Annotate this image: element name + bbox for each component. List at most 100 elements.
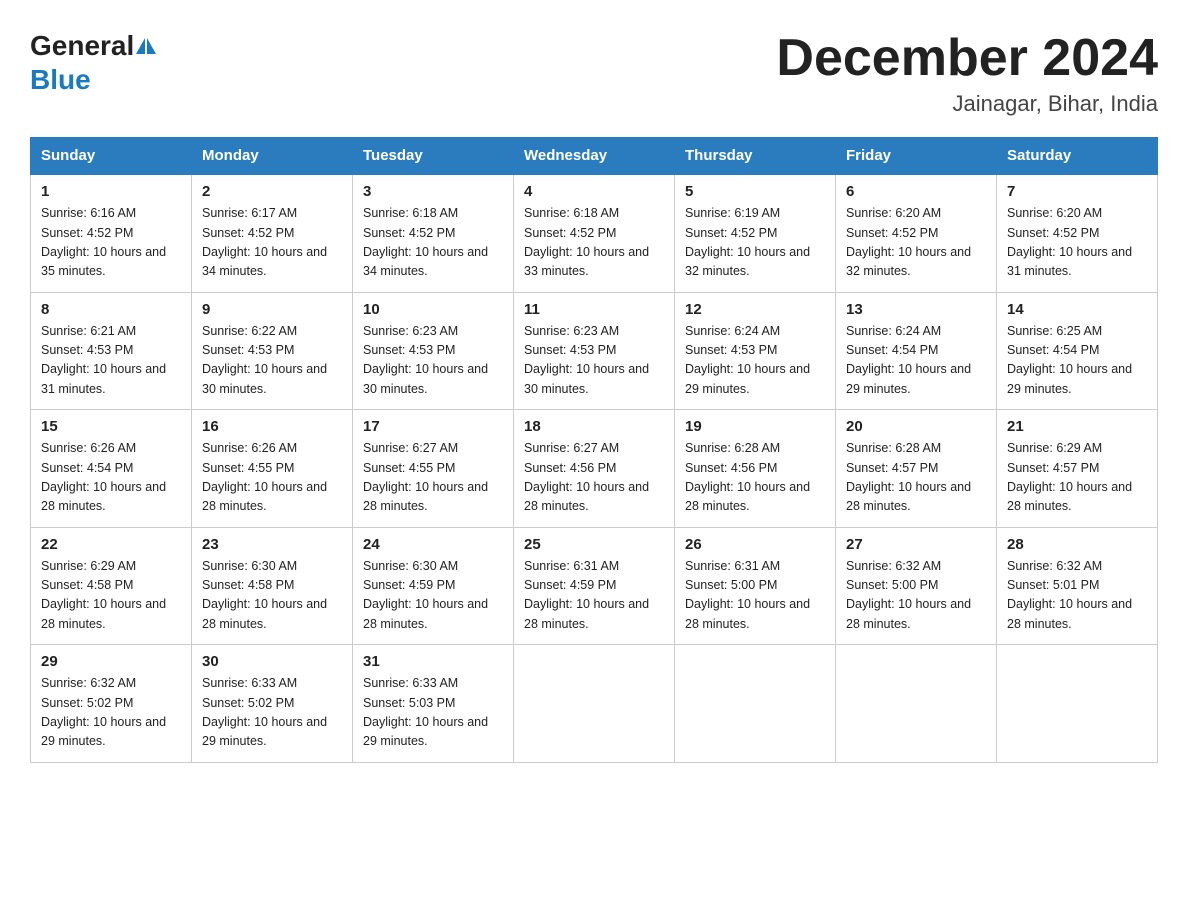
week-row-4: 22 Sunrise: 6:29 AMSunset: 4:58 PMDayligh… [31,527,1158,645]
day-info: Sunrise: 6:23 AMSunset: 4:53 PMDaylight:… [524,322,664,400]
day-number: 11 [524,301,664,318]
day-cell: 26Sunrise: 6:31 AMSunset: 5:00 PMDayligh… [675,527,836,645]
day-number: 6 [846,183,986,200]
day-cell: 23Sunrise: 6:30 AMSunset: 4:58 PMDayligh… [192,527,353,645]
day-number: 7 [1007,183,1147,200]
title-area: December 2024 Jainagar, Bihar, India [776,30,1158,117]
day-number: 26 [685,536,825,553]
day-info: Sunrise: 6:20 AMSunset: 4:52 PMDaylight:… [1007,204,1147,282]
day-info: Sunrise: 6:32 AMSunset: 5:00 PMDaylight:… [846,557,986,635]
day-cell: 1 Sunrise: 6:16 AMSunset: 4:52 PMDaylight… [31,174,192,292]
day-cell [997,645,1158,763]
day-info: Sunrise: 6:18 AMSunset: 4:52 PMDaylight:… [363,204,503,282]
day-number: 1 [41,183,181,200]
month-title: December 2024 [776,30,1158,87]
day-info: Sunrise: 6:27 AMSunset: 4:55 PMDaylight:… [363,439,503,517]
day-number: 17 [363,418,503,435]
day-cell: 3Sunrise: 6:18 AMSunset: 4:52 PMDaylight… [353,174,514,292]
day-number: 4 [524,183,664,200]
day-cell: 10 Sunrise: 6:23 AMSunset: 4:53 PMDayligh… [353,292,514,410]
weekday-header-saturday: Saturday [997,138,1158,175]
day-cell: 25Sunrise: 6:31 AMSunset: 4:59 PMDayligh… [514,527,675,645]
day-info: Sunrise: 6:18 AMSunset: 4:52 PMDaylight:… [524,204,664,282]
day-cell: 21Sunrise: 6:29 AMSunset: 4:57 PMDayligh… [997,410,1158,528]
day-number: 13 [846,301,986,318]
day-info: Sunrise: 6:19 AMSunset: 4:52 PMDaylight:… [685,204,825,282]
weekday-header-thursday: Thursday [675,138,836,175]
day-cell [675,645,836,763]
day-cell [836,645,997,763]
weekday-header-row: SundayMondayTuesdayWednesdayThursdayFrid… [31,138,1158,175]
day-number: 2 [202,183,342,200]
day-number: 15 [41,418,181,435]
day-info: Sunrise: 6:20 AMSunset: 4:52 PMDaylight:… [846,204,986,282]
day-cell: 12 Sunrise: 6:24 AMSunset: 4:53 PMDayligh… [675,292,836,410]
day-number: 27 [846,536,986,553]
day-cell: 28Sunrise: 6:32 AMSunset: 5:01 PMDayligh… [997,527,1158,645]
day-number: 10 [363,301,503,318]
week-row-3: 15 Sunrise: 6:26 AMSunset: 4:54 PMDayligh… [31,410,1158,528]
day-cell: 19 Sunrise: 6:28 AMSunset: 4:56 PMDayligh… [675,410,836,528]
day-number: 25 [524,536,664,553]
day-number: 8 [41,301,181,318]
day-number: 23 [202,536,342,553]
day-info: Sunrise: 6:25 AMSunset: 4:54 PMDaylight:… [1007,322,1147,400]
day-info: Sunrise: 6:22 AMSunset: 4:53 PMDaylight:… [202,322,342,400]
day-cell: 4 Sunrise: 6:18 AMSunset: 4:52 PMDaylight… [514,174,675,292]
day-cell: 31 Sunrise: 6:33 AMSunset: 5:03 PMDayligh… [353,645,514,763]
day-info: Sunrise: 6:33 AMSunset: 5:03 PMDaylight:… [363,674,503,752]
day-number: 19 [685,418,825,435]
day-cell: 24 Sunrise: 6:30 AMSunset: 4:59 PMDayligh… [353,527,514,645]
logo-general-text: General [30,30,134,62]
week-row-5: 29Sunrise: 6:32 AMSunset: 5:02 PMDayligh… [31,645,1158,763]
day-cell: 29Sunrise: 6:32 AMSunset: 5:02 PMDayligh… [31,645,192,763]
weekday-header-sunday: Sunday [31,138,192,175]
day-info: Sunrise: 6:30 AMSunset: 4:59 PMDaylight:… [363,557,503,635]
location-subtitle: Jainagar, Bihar, India [776,91,1158,117]
day-cell: 17 Sunrise: 6:27 AMSunset: 4:55 PMDayligh… [353,410,514,528]
day-cell: 5Sunrise: 6:19 AMSunset: 4:52 PMDaylight… [675,174,836,292]
week-row-2: 8 Sunrise: 6:21 AMSunset: 4:53 PMDaylight… [31,292,1158,410]
weekday-header-tuesday: Tuesday [353,138,514,175]
day-cell: 27 Sunrise: 6:32 AMSunset: 5:00 PMDayligh… [836,527,997,645]
day-number: 9 [202,301,342,318]
day-number: 24 [363,536,503,553]
day-cell: 7 Sunrise: 6:20 AMSunset: 4:52 PMDaylight… [997,174,1158,292]
day-number: 12 [685,301,825,318]
day-cell: 2Sunrise: 6:17 AMSunset: 4:52 PMDaylight… [192,174,353,292]
day-cell: 13 Sunrise: 6:24 AMSunset: 4:54 PMDayligh… [836,292,997,410]
day-info: Sunrise: 6:24 AMSunset: 4:53 PMDaylight:… [685,322,825,400]
day-cell: 18 Sunrise: 6:27 AMSunset: 4:56 PMDayligh… [514,410,675,528]
day-cell: 9 Sunrise: 6:22 AMSunset: 4:53 PMDaylight… [192,292,353,410]
day-number: 16 [202,418,342,435]
day-cell: 8 Sunrise: 6:21 AMSunset: 4:53 PMDaylight… [31,292,192,410]
weekday-header-wednesday: Wednesday [514,138,675,175]
day-number: 20 [846,418,986,435]
day-number: 22 [41,536,181,553]
day-cell: 22 Sunrise: 6:29 AMSunset: 4:58 PMDayligh… [31,527,192,645]
day-cell [514,645,675,763]
day-info: Sunrise: 6:24 AMSunset: 4:54 PMDaylight:… [846,322,986,400]
day-number: 18 [524,418,664,435]
day-info: Sunrise: 6:16 AMSunset: 4:52 PMDaylight:… [41,204,181,282]
logo: General Blue [30,30,156,96]
day-cell: 16Sunrise: 6:26 AMSunset: 4:55 PMDayligh… [192,410,353,528]
day-info: Sunrise: 6:28 AMSunset: 4:56 PMDaylight:… [685,439,825,517]
day-cell: 15 Sunrise: 6:26 AMSunset: 4:54 PMDayligh… [31,410,192,528]
day-info: Sunrise: 6:26 AMSunset: 4:54 PMDaylight:… [41,439,181,517]
weekday-header-friday: Friday [836,138,997,175]
day-number: 28 [1007,536,1147,553]
day-info: Sunrise: 6:33 AMSunset: 5:02 PMDaylight:… [202,674,342,752]
day-cell: 11 Sunrise: 6:23 AMSunset: 4:53 PMDayligh… [514,292,675,410]
day-info: Sunrise: 6:23 AMSunset: 4:53 PMDaylight:… [363,322,503,400]
day-info: Sunrise: 6:29 AMSunset: 4:58 PMDaylight:… [41,557,181,635]
day-info: Sunrise: 6:21 AMSunset: 4:53 PMDaylight:… [41,322,181,400]
day-cell: 30Sunrise: 6:33 AMSunset: 5:02 PMDayligh… [192,645,353,763]
day-cell: 20Sunrise: 6:28 AMSunset: 4:57 PMDayligh… [836,410,997,528]
day-info: Sunrise: 6:29 AMSunset: 4:57 PMDaylight:… [1007,439,1147,517]
day-number: 14 [1007,301,1147,318]
day-number: 31 [363,653,503,670]
day-cell: 14 Sunrise: 6:25 AMSunset: 4:54 PMDayligh… [997,292,1158,410]
day-cell: 6 Sunrise: 6:20 AMSunset: 4:52 PMDaylight… [836,174,997,292]
day-info: Sunrise: 6:27 AMSunset: 4:56 PMDaylight:… [524,439,664,517]
